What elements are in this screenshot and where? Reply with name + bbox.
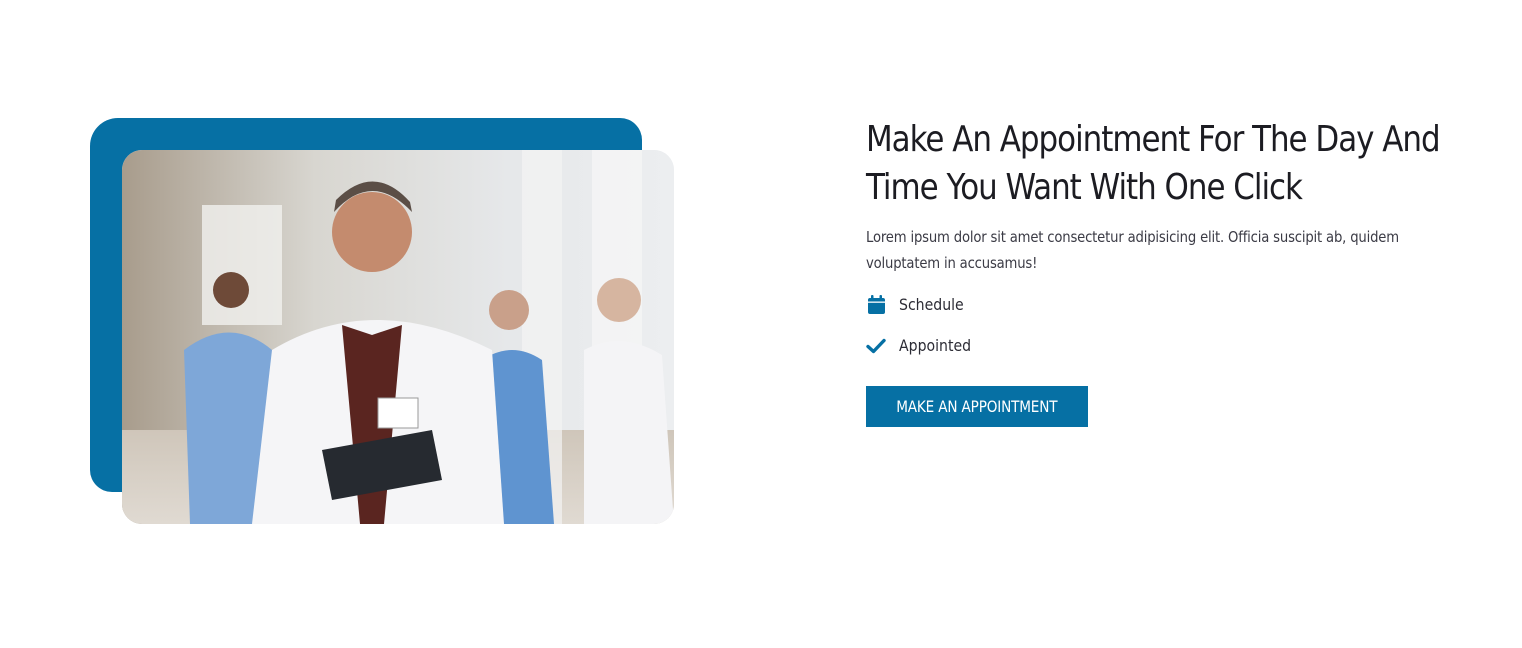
feature-label-appointed: Appointed (899, 336, 972, 355)
feature-item-schedule: Schedule (866, 284, 1466, 325)
doctor-team-illustration (122, 150, 674, 524)
make-appointment-button-label: MAKE AN APPOINTMENT (896, 397, 1058, 416)
image-block (90, 118, 674, 524)
section-title: Make An Appointment For The Day And Time… (866, 119, 1441, 208)
feature-label-schedule: Schedule (899, 295, 964, 314)
calendar-icon (866, 295, 886, 315)
feature-list: Schedule Appointed (866, 284, 1466, 366)
feature-item-appointed: Appointed (866, 325, 1466, 366)
doctor-team-photo (122, 150, 674, 524)
section-description: Lorem ipsum dolor sit amet consectetur a… (866, 228, 1399, 272)
check-icon (866, 336, 886, 356)
appointment-section: Make An Appointment For The Day And Time… (0, 0, 1522, 648)
make-appointment-button[interactable]: MAKE AN APPOINTMENT (866, 386, 1088, 427)
appointment-content: Make An Appointment For The Day And Time… (866, 116, 1466, 427)
